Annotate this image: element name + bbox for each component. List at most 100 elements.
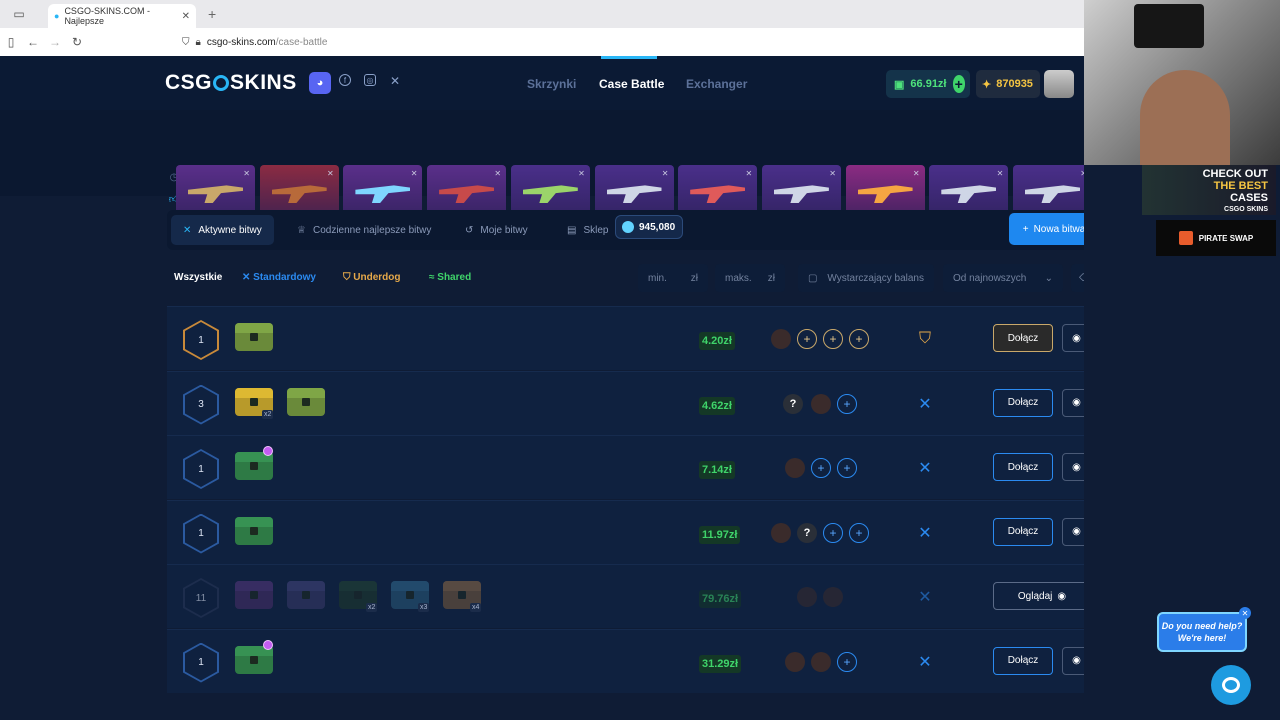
sidebar-toggle-icon[interactable]: ▯ xyxy=(0,35,22,49)
favicon-icon: ● xyxy=(54,11,60,21)
tab-my-battles[interactable]: ↺ Moje bitwy xyxy=(453,215,540,245)
help-bubble[interactable]: Do you need help? We're here! xyxy=(1157,612,1247,652)
battle-row[interactable]: 1 31.29zł + ✕ Dołącz ◉ xyxy=(167,628,1084,693)
close-icon[interactable]: ✕ xyxy=(913,169,920,178)
case-icon xyxy=(235,452,273,480)
join-slot-button[interactable]: + xyxy=(797,329,817,349)
min-price-input[interactable]: min. zł xyxy=(638,264,708,292)
clear-filters-button[interactable]: ⌫ xyxy=(1071,264,1084,292)
close-icon[interactable]: ✕ xyxy=(327,169,334,178)
site-logo[interactable]: CSG SKINS xyxy=(165,71,297,95)
browser-tab[interactable]: ● CSGO-SKINS.COM - Najlepsze ✕ xyxy=(48,4,196,28)
battle-row[interactable]: 11 x2 x3 x4 79.76zł ✕ Oglądaj ◉ xyxy=(167,564,1084,628)
join-button[interactable]: Dołącz xyxy=(993,324,1053,352)
filter-label: Underdog xyxy=(353,272,401,283)
url-host: csgo-skins.com xyxy=(206,36,276,48)
join-slot-button[interactable]: + xyxy=(823,329,843,349)
battle-row[interactable]: 1 4.20zł + + + ⛉ Dołącz ◉ xyxy=(167,306,1084,370)
toggle-label: Wystarczający balans xyxy=(827,272,924,284)
join-slot-button[interactable]: + xyxy=(823,522,843,543)
player-avatar xyxy=(797,587,817,607)
join-slot-button[interactable]: + xyxy=(811,458,831,478)
close-icon[interactable]: ✕ xyxy=(745,169,752,178)
instagram-icon[interactable]: ◎ xyxy=(364,74,376,86)
balance-display[interactable]: ▣ 66.91zł + xyxy=(886,70,970,98)
battle-row[interactable]: 1 7.14zł + + ✕ Dołącz ◉ xyxy=(167,435,1084,499)
close-icon[interactable]: ✕ xyxy=(411,169,418,178)
user-avatar[interactable] xyxy=(1044,70,1074,98)
min-placeholder: min. xyxy=(648,272,667,284)
promo-line: CHECK OUT xyxy=(1202,167,1268,180)
close-icon[interactable]: ✕ xyxy=(662,169,669,178)
player-avatar xyxy=(771,329,791,349)
filter-shared[interactable]: ≈ Shared xyxy=(429,272,471,283)
weapon-icon xyxy=(857,185,913,203)
discord-icon[interactable]: ◕ xyxy=(309,72,331,94)
spectate-button[interactable]: ◉ xyxy=(1062,646,1084,675)
active-nav-indicator xyxy=(601,56,657,59)
reload-icon[interactable]: ↻ xyxy=(66,35,88,49)
coins-display[interactable]: ✦ 870935 xyxy=(976,70,1040,98)
promo-line: CASES xyxy=(1230,191,1268,204)
new-battle-button[interactable]: + Nowa bitwa xyxy=(1009,213,1084,245)
join-button[interactable]: Dołącz xyxy=(993,646,1053,675)
promo-line: THE BEST xyxy=(1213,179,1268,192)
battle-tabs-bar: ✕ Aktywne bitwy ♕ Codzienne najlepsze bi… xyxy=(167,210,1084,250)
close-tab-icon[interactable]: ✕ xyxy=(182,11,190,22)
tab-list-icon[interactable]: ▭ xyxy=(8,7,30,21)
join-slot-button[interactable]: + xyxy=(849,329,869,349)
spectate-button[interactable]: ◉ xyxy=(1062,517,1084,546)
new-tab-icon[interactable]: + xyxy=(208,6,216,22)
filter-standard[interactable]: ✕ Standardowy xyxy=(242,272,316,283)
spectate-button[interactable]: ◉ xyxy=(1062,388,1084,417)
forward-icon[interactable]: → xyxy=(44,35,66,49)
filter-underdog[interactable]: ⛉ Underdog xyxy=(343,272,401,283)
hidden-player-icon: ? xyxy=(797,522,817,543)
tab-label: Moje bitwy xyxy=(480,224,528,236)
watch-button[interactable]: Oglądaj ◉ xyxy=(993,582,1084,610)
join-slot-button[interactable]: + xyxy=(837,458,857,478)
eye-icon: ◉ xyxy=(1072,526,1081,537)
currency-label: zł xyxy=(767,272,775,284)
x-twitter-icon[interactable]: ✕ xyxy=(390,74,400,88)
close-icon[interactable]: ✕ xyxy=(243,169,250,178)
help-text: We're here! xyxy=(1177,633,1227,643)
gem-balance[interactable]: 945,080 xyxy=(615,215,683,239)
nav-exchanger[interactable]: Exchanger xyxy=(686,77,747,91)
join-button[interactable]: Dołącz xyxy=(993,517,1053,546)
join-button[interactable]: Dołącz xyxy=(993,388,1053,417)
close-help-icon[interactable]: ✕ xyxy=(1239,607,1251,619)
tab-daily-best[interactable]: ♕ Codzienne najlepsze bitwy xyxy=(285,215,443,245)
address-bar: ▯ ← → ↻ ⛉ 🔒︎ csgo-skins.com/case-battle xyxy=(0,28,1084,56)
spectate-button[interactable]: ◉ xyxy=(1062,324,1084,352)
battle-row[interactable]: 3 x2 4.62zł? + ✕ Dołącz ◉ xyxy=(167,370,1084,435)
join-slot-button[interactable]: + xyxy=(849,522,869,543)
close-icon[interactable]: ✕ xyxy=(578,169,585,178)
join-slot-button[interactable]: + xyxy=(837,651,857,672)
close-icon[interactable]: ✕ xyxy=(829,169,836,178)
close-icon[interactable]: ✕ xyxy=(1080,169,1084,178)
tab-active-battles[interactable]: ✕ Aktywne bitwy xyxy=(171,215,274,245)
rounds-badge: 1 xyxy=(183,449,219,489)
join-slot-button[interactable]: + xyxy=(837,393,857,414)
back-icon[interactable]: ← xyxy=(22,35,44,49)
join-button[interactable]: Dołącz xyxy=(993,453,1053,481)
url-field[interactable]: ⛉ 🔒︎ csgo-skins.com/case-battle xyxy=(182,37,327,48)
nav-skrzynki[interactable]: Skrzynki xyxy=(527,77,576,91)
nav-case-battle[interactable]: Case Battle xyxy=(599,77,664,91)
facebook-icon[interactable]: f xyxy=(339,74,351,86)
max-price-input[interactable]: maks. zł xyxy=(715,264,785,292)
tab-shop[interactable]: ▤ Sklep xyxy=(555,215,620,245)
battle-row[interactable]: 1 11.97zł? + + ✕ Dołącz ◉ xyxy=(167,499,1084,564)
chat-button[interactable] xyxy=(1211,665,1251,705)
deposit-button[interactable]: + xyxy=(952,75,965,93)
close-icon[interactable]: ✕ xyxy=(997,169,1004,178)
spectate-button[interactable]: ◉ xyxy=(1062,453,1084,481)
coin-icon: ✦ xyxy=(982,78,992,91)
sort-select[interactable]: Od najnowszych ⌄ xyxy=(943,264,1063,292)
filter-all[interactable]: Wszystkie xyxy=(174,272,222,283)
sponsor-name: PIRATE SWAP xyxy=(1198,233,1254,243)
close-icon[interactable]: ✕ xyxy=(494,169,501,178)
enough-balance-toggle[interactable]: ▢ Wystarczający balans xyxy=(798,264,934,292)
coins-value: 870935 xyxy=(996,78,1033,90)
